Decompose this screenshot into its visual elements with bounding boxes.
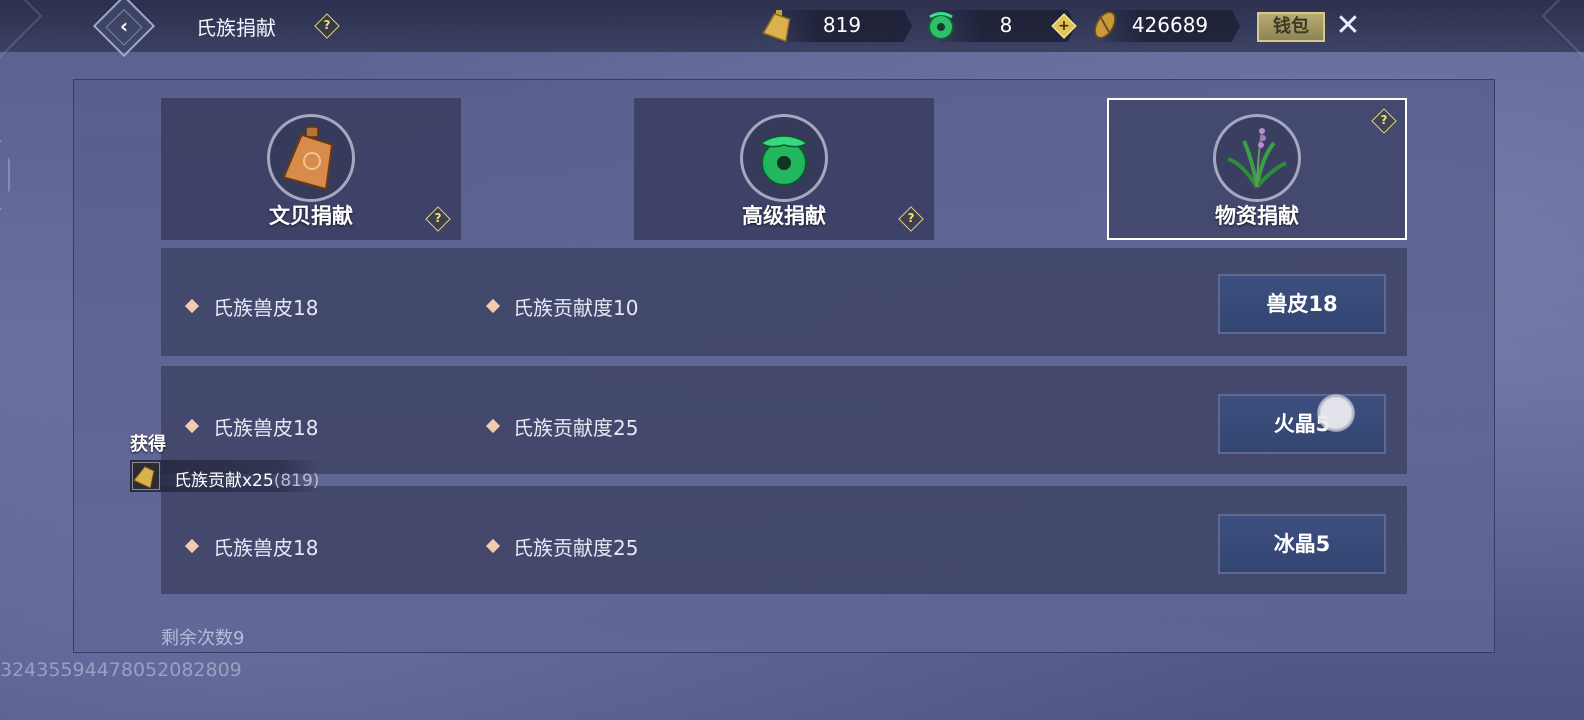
herb-plant-icon [1227, 128, 1287, 189]
bullet-icon [485, 298, 501, 314]
tab-advanced-donation[interactable]: 高级捐献 ? [634, 98, 934, 240]
gain-item-slot [132, 462, 160, 490]
touch-indicator [1317, 394, 1355, 432]
jade-icon [928, 12, 954, 40]
tab-wenbei-donation[interactable]: 文贝捐献 ? [161, 98, 461, 240]
help-icon: ? [434, 210, 442, 225]
cost-text: 氏族兽皮18 [213, 416, 319, 440]
currency-jade-value: 8 [999, 13, 1013, 37]
plus-icon: + [1058, 18, 1070, 34]
gain-amount: x25 [242, 471, 274, 491]
donation-row: 氏族兽皮18 氏族贡献度25 火晶5 [161, 366, 1407, 474]
bronze-bell-icon [282, 126, 334, 191]
currency-bell-value: 819 [822, 13, 862, 37]
bell-coin-icon [762, 10, 791, 42]
donate-button[interactable]: 冰晶5 [1218, 514, 1386, 574]
currency-shell-value: 426689 [1131, 13, 1209, 37]
gain-total: (819) [273, 471, 320, 491]
bullet-icon [184, 538, 200, 554]
gain-item-name: 氏族贡献 [174, 471, 242, 491]
tab-icon-frame [1213, 114, 1301, 202]
reward-text: 氏族贡献度25 [513, 536, 639, 560]
help-icon: ? [907, 210, 915, 225]
reward-text: 氏族贡献度25 [513, 416, 639, 440]
tab-label: 文贝捐献 [269, 204, 353, 228]
tab-label: 物资捐献 [1215, 204, 1299, 228]
page-title: 氏族捐献 [196, 16, 276, 40]
reward-text: 氏族贡献度10 [513, 296, 639, 320]
gain-title: 获得 [130, 434, 166, 455]
wallet-button[interactable]: 钱包 [1257, 12, 1325, 42]
donate-button[interactable]: 兽皮18 [1218, 274, 1386, 334]
help-icon: ? [1380, 112, 1388, 127]
player-id: 32435594478052082809 [0, 659, 242, 681]
tab-icon-frame [267, 114, 355, 202]
bullet-icon [485, 538, 501, 554]
donation-row: 氏族兽皮18 氏族贡献度25 冰晶5 [161, 486, 1407, 594]
tab-icon-frame [740, 114, 828, 202]
remaining-count: 剩余次数9 [161, 628, 245, 649]
side-ornament [0, 140, 10, 210]
tab-material-donation[interactable]: 物资捐献 ? [1107, 98, 1407, 240]
donate-button[interactable]: 火晶5 [1218, 394, 1386, 454]
bullet-icon [184, 418, 200, 434]
green-jade-icon [759, 135, 809, 186]
bullet-icon [184, 298, 200, 314]
tab-help-button[interactable]: ? [1371, 108, 1397, 134]
gain-text: 氏族贡献x25(819) [174, 466, 319, 491]
bullet-icon [485, 418, 501, 434]
corner-ornament-left [0, 0, 43, 59]
tab-label: 高级捐献 [742, 204, 826, 228]
close-icon[interactable]: ✕ [1330, 8, 1366, 44]
cost-text: 氏族兽皮18 [213, 296, 319, 320]
corner-ornament-right [1541, 0, 1584, 59]
donation-row: 氏族兽皮18 氏族贡献度10 兽皮18 [161, 248, 1407, 356]
cowrie-shell-icon [1094, 11, 1116, 39]
back-chevron-icon[interactable]: ‹ [111, 13, 137, 39]
cost-text: 氏族兽皮18 [213, 536, 319, 560]
help-icon: ? [323, 17, 331, 32]
bell-coin-icon [133, 466, 155, 489]
